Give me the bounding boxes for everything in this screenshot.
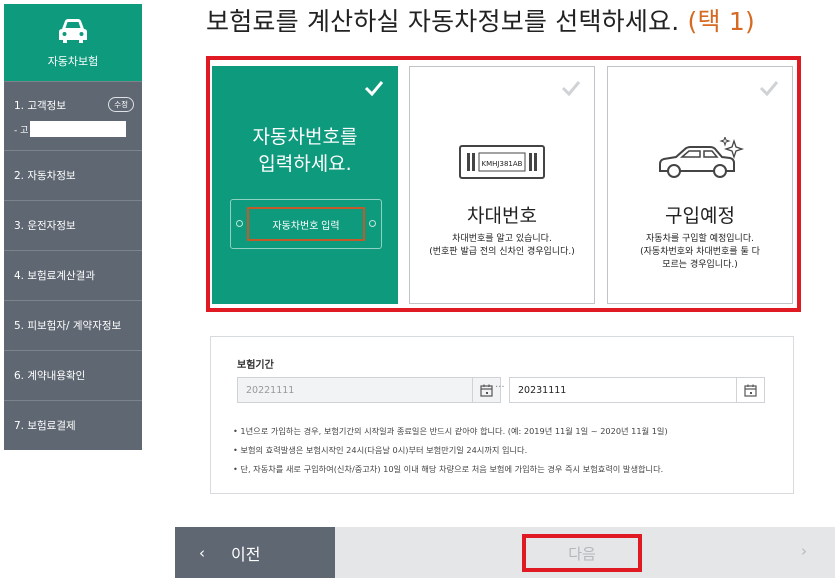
sidebar-item-label: 4. 보험료계산결과 [14, 270, 95, 282]
purchase-title: 구입예정 [665, 205, 735, 227]
option-card-car-number[interactable]: 자동차번호를 입력하세요. 자동차번호 입력 [212, 66, 398, 304]
option-card-planned-purchase[interactable]: 구입예정 자동차를 구입할 예정입니다. (자동차번호와 차대번호를 둘 다 모… [607, 66, 793, 304]
note-item: • 단, 자동차를 새로 구입하여(신차/중고차) 10일 이내 해당 차량으로… [233, 464, 664, 474]
insurance-period-panel: 보험기간 20221111 ··· 20231111 • 1년으로 가입하는 경… [210, 336, 794, 494]
car-number-input-area: 자동차번호 입력 [230, 199, 382, 249]
car-number-prompt: 자동차번호를 입력하세요. [252, 126, 358, 175]
sidebar-item-car-info[interactable]: 2. 자동차정보 [4, 150, 142, 200]
sidebar-item-label: 3. 운전자정보 [14, 220, 76, 232]
check-icon [561, 81, 581, 97]
edit-badge[interactable]: 수정 [108, 97, 134, 112]
period-label: 보험기간 [237, 360, 274, 371]
vin-description: 차대번호를 알고 있습니다. (번호판 발급 전의 신차인 경우입니다.) [429, 234, 575, 257]
note-item: • 보험의 효력발생은 보험시작인 24시(다음날 0시)부터 보험만기일 24… [233, 445, 528, 455]
period-start-field[interactable]: 20221111 [237, 377, 501, 403]
option-card-vin[interactable]: KMHJ381AB 차대번호 차대번호를 알고 있습니다. (번호판 발급 전의… [409, 66, 595, 304]
car-icon [59, 18, 87, 43]
sidebar-item-payment[interactable]: 7. 보험료결제 [4, 400, 142, 450]
customer-name-masked: - 고 [14, 121, 127, 137]
decor-dot [369, 220, 376, 227]
sidebar-item-label: 2. 자동차정보 [14, 170, 76, 182]
next-button[interactable]: 다음 › [335, 527, 835, 578]
prev-button[interactable]: ‹ 이전 [175, 527, 335, 578]
license-plate-icon: KMHJ381AB [459, 145, 545, 179]
chevron-right-icon: › [801, 542, 807, 560]
check-icon [364, 81, 384, 97]
sidebar-item-contract-confirm[interactable]: 6. 계약내용확인 [4, 350, 142, 400]
period-start-value: 20221111 [246, 384, 295, 396]
car-number-input-button[interactable]: 자동차번호 입력 [247, 207, 365, 241]
plate-illustration: KMHJ381AB [410, 145, 594, 179]
period-end-value: 20231111 [518, 384, 567, 396]
calendar-icon[interactable] [736, 378, 764, 402]
sidebar-item-label: 7. 보험료결제 [14, 420, 76, 432]
vin-title: 차대번호 [467, 205, 537, 227]
redaction-box [30, 121, 127, 137]
sidebar-item-label: 6. 계약내용확인 [14, 370, 86, 382]
sidebar-title: 자동차보험 [47, 54, 99, 68]
decor-dot [236, 220, 243, 227]
next-highlight-frame: 다음 [522, 534, 642, 572]
period-notes: • 1년으로 가입하는 경우, 보험기간의 시작일과 종료일은 반드시 같아야 … [233, 422, 668, 479]
check-icon [759, 81, 779, 97]
range-separator: ··· [495, 382, 505, 393]
purchase-description: 자동차를 구입할 예정입니다. (자동차번호와 차대번호를 둘 다 모르는 경우… [640, 234, 760, 270]
sidebar-item-customer-info[interactable]: 1. 고객정보 수정 - 고 [4, 81, 142, 150]
page-title: 보험료를 계산하실 자동차정보를 선택하세요. (택 1) [206, 7, 755, 36]
sidebar-item-label: 1. 고객정보 [14, 100, 66, 112]
sidebar: 자동차보험 1. 고객정보 수정 - 고 2. 자동차정보 3. 운전자정보 4… [4, 4, 142, 450]
select-one-hint: (택 1) [687, 7, 755, 36]
sidebar-item-premium-result[interactable]: 4. 보험료계산결과 [4, 250, 142, 300]
sidebar-item-insured-info[interactable]: 5. 피보험자/ 계약자정보 [4, 300, 142, 350]
sidebar-header: 자동차보험 [4, 4, 142, 81]
car-illustration [608, 137, 792, 183]
chevron-left-icon: ‹ [199, 543, 205, 562]
note-item: • 1년으로 가입하는 경우, 보험기간의 시작일과 종료일은 반드시 같아야 … [233, 426, 668, 436]
new-car-icon [659, 137, 745, 178]
plate-text: KMHJ381AB [482, 160, 523, 168]
sidebar-item-label: 5. 피보험자/ 계약자정보 [14, 320, 122, 332]
sidebar-item-driver-info[interactable]: 3. 운전자정보 [4, 200, 142, 250]
period-end-field[interactable]: 20231111 [509, 377, 765, 403]
option-highlight-frame: 자동차번호를 입력하세요. 자동차번호 입력 KMHJ381AB 차대번호 차대… [206, 56, 801, 312]
